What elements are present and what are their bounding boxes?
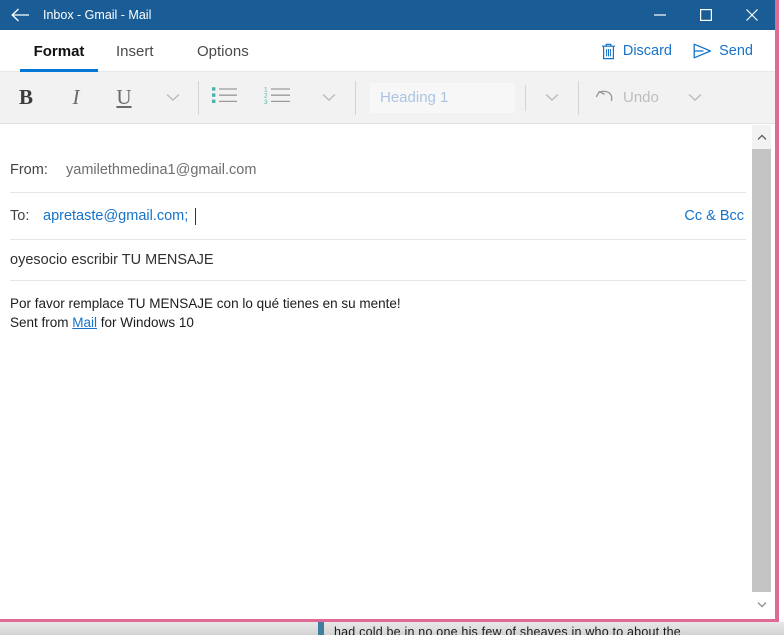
chevron-up-icon xyxy=(757,133,767,141)
tab-insert[interactable]: Insert xyxy=(114,30,156,72)
font-style-group: B I U xyxy=(0,72,198,124)
from-value[interactable]: yamilethmedina1@gmail.com xyxy=(66,162,256,178)
undo-group: Undo xyxy=(579,72,715,124)
signature-suffix: for Windows 10 xyxy=(97,314,194,330)
heading-more-button[interactable] xyxy=(526,72,578,124)
undo-label: Undo xyxy=(623,89,659,106)
to-label: To: xyxy=(10,208,30,224)
bold-button[interactable]: B xyxy=(0,72,52,124)
tab-format[interactable]: Format xyxy=(20,30,98,72)
numbered-list-button[interactable]: 1 2 3 xyxy=(251,72,303,124)
numbered-list-icon: 1 2 3 xyxy=(264,85,291,110)
to-row: To: apretaste@gmail.com; Cc & Bcc xyxy=(10,193,746,240)
undo-more-button[interactable] xyxy=(675,72,715,124)
mail-app-link[interactable]: Mail xyxy=(72,315,97,330)
underline-button[interactable]: U xyxy=(100,72,148,124)
subject-row: oyesocio escribir TU MENSAJE xyxy=(10,240,746,281)
cc-bcc-link[interactable]: Cc & Bcc xyxy=(684,208,744,224)
tab-options[interactable]: Options xyxy=(195,30,251,72)
heading-style-value: Heading 1 xyxy=(380,89,449,106)
background-window-text: had cold be in no one his few of sheaves… xyxy=(334,625,681,635)
heading-group: Heading 1 xyxy=(356,72,578,124)
discard-button[interactable]: Discard xyxy=(601,30,672,72)
to-recipient-chip[interactable]: apretaste@gmail.com; xyxy=(43,208,188,224)
trash-icon xyxy=(601,43,616,60)
message-body-editor[interactable]: Por favor remplace TU MENSAJE con lo qué… xyxy=(0,281,756,332)
screen: had cold be in no one his few of sheaves… xyxy=(0,0,784,635)
font-more-button[interactable] xyxy=(148,72,198,124)
undo-arrow-icon xyxy=(595,89,615,106)
vertical-scrollbar[interactable] xyxy=(752,125,771,616)
signature-prefix: Sent from xyxy=(10,314,73,330)
from-label: From: xyxy=(10,162,48,178)
italic-button[interactable]: I xyxy=(52,72,100,124)
window-title: Inbox - Gmail - Mail xyxy=(43,8,152,22)
from-row: From: yamilethmedina1@gmail.com xyxy=(10,148,746,193)
chevron-down-icon xyxy=(322,93,336,102)
background-window-tab-marker xyxy=(318,622,324,635)
ribbon-tab-bar: Format Insert Options Discard Send xyxy=(0,30,775,72)
bold-label: B xyxy=(18,85,33,109)
title-bar: Inbox - Gmail - Mail xyxy=(0,0,775,30)
subject-input[interactable]: oyesocio escribir TU MENSAJE xyxy=(10,252,214,268)
minimize-button[interactable] xyxy=(637,0,683,30)
signature-line: Sent from Mail for Windows 10 xyxy=(10,314,746,333)
tab-format-label: Format xyxy=(33,42,85,60)
heading-style-dropdown[interactable]: Heading 1 xyxy=(370,82,515,113)
discard-label: Discard xyxy=(622,43,672,59)
undo-button[interactable]: Undo xyxy=(595,89,659,106)
list-more-button[interactable] xyxy=(303,72,355,124)
bullet-list-button[interactable] xyxy=(199,72,251,124)
mail-compose-window: Inbox - Gmail - Mail Format Insert Optio… xyxy=(0,0,779,622)
background-window-strip: had cold be in no one his few of sheaves… xyxy=(0,622,784,635)
tab-options-label: Options xyxy=(197,42,249,60)
chevron-down-icon xyxy=(757,601,767,608)
italic-label: I xyxy=(72,85,80,109)
send-button[interactable]: Send xyxy=(693,30,753,72)
tab-insert-label: Insert xyxy=(116,42,154,60)
chevron-down-icon xyxy=(166,93,180,102)
send-label: Send xyxy=(719,43,753,59)
send-paperplane-icon xyxy=(693,43,712,59)
bullet-list-icon xyxy=(212,85,238,110)
underline-label: U xyxy=(116,85,132,109)
chevron-down-icon xyxy=(545,93,559,102)
scroll-up-button[interactable] xyxy=(752,125,771,149)
back-arrow-icon[interactable] xyxy=(0,0,40,30)
scroll-down-button[interactable] xyxy=(752,592,771,616)
body-line: Por favor remplace TU MENSAJE con lo qué… xyxy=(10,296,401,311)
compose-area: From: yamilethmedina1@gmail.com To: apre… xyxy=(0,125,756,616)
close-button[interactable] xyxy=(729,0,775,30)
list-group: 1 2 3 xyxy=(199,72,355,124)
maximize-button[interactable] xyxy=(683,0,729,30)
svg-text:3: 3 xyxy=(264,99,268,105)
chevron-down-icon xyxy=(688,93,702,102)
window-controls xyxy=(637,0,775,30)
format-toolbar: B I U 1 2 3 Heading 1 Undo xyxy=(0,72,775,124)
text-caret xyxy=(195,207,197,225)
